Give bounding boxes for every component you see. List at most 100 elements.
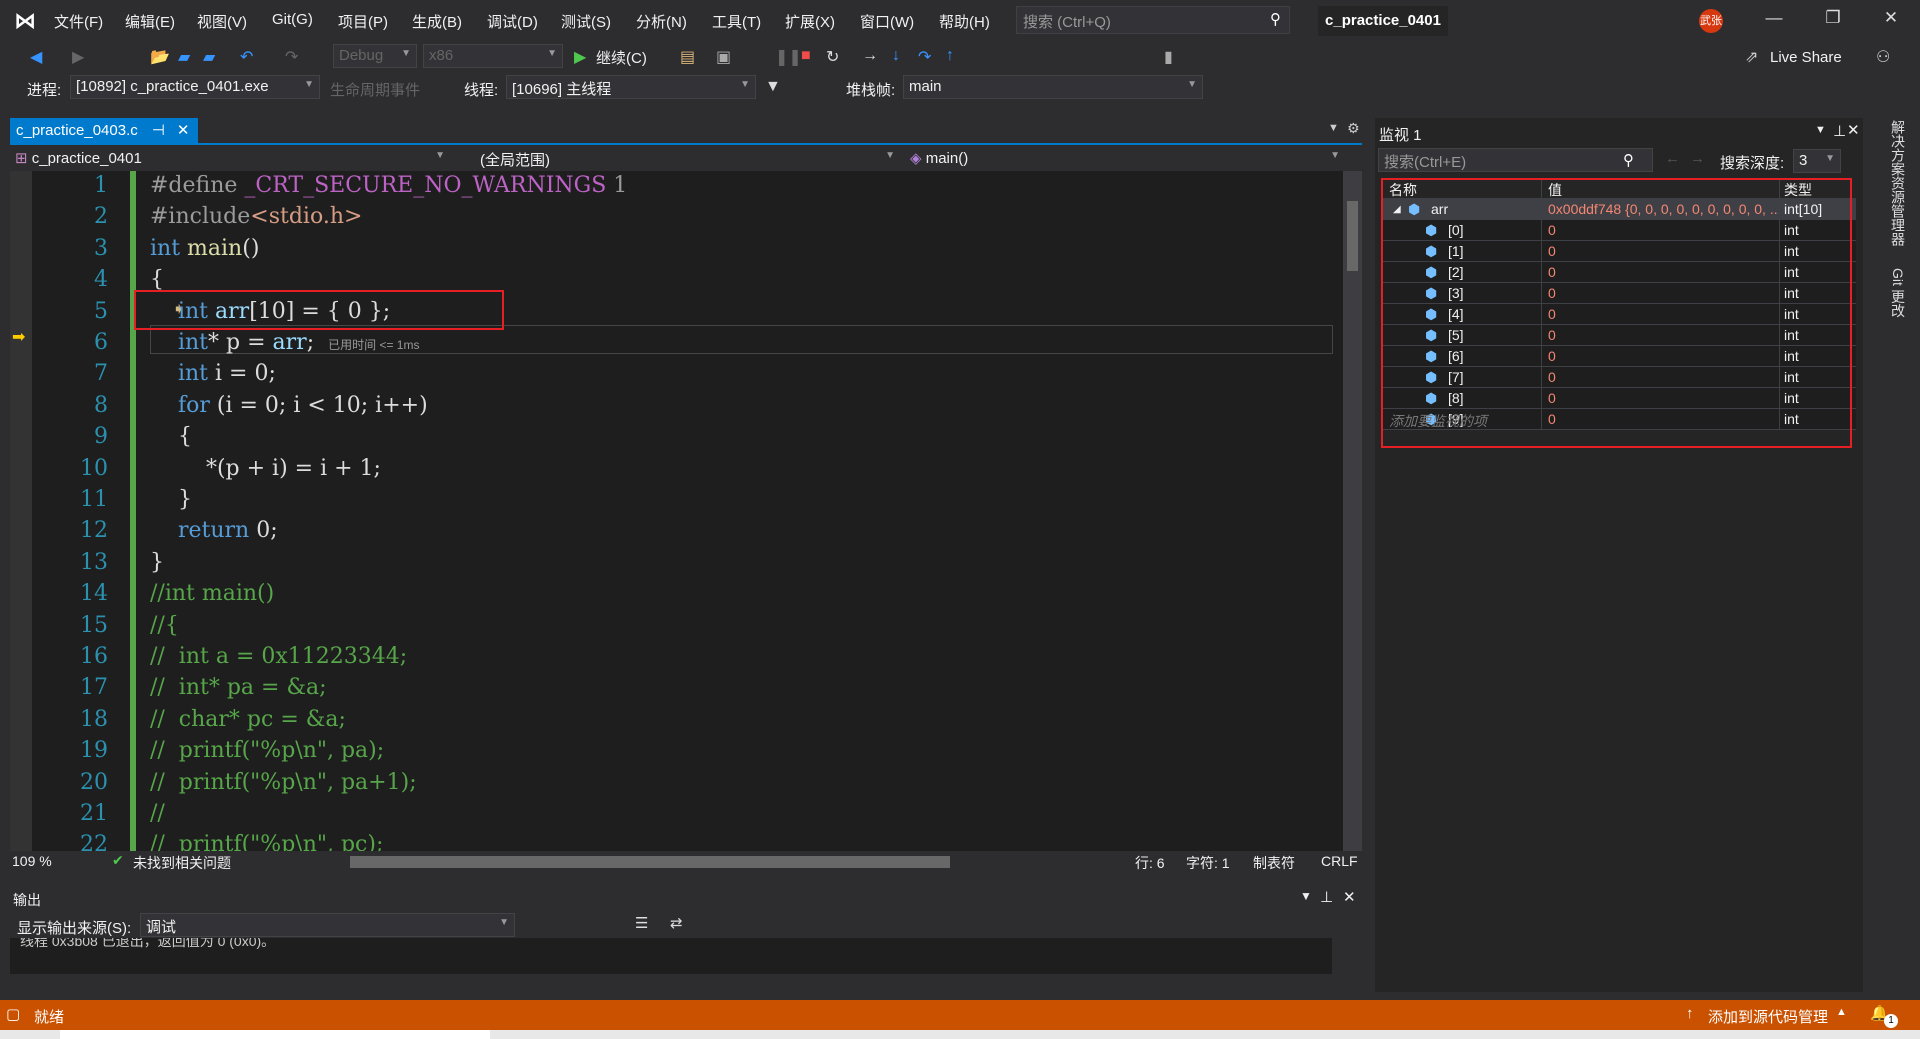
code-line[interactable]: return 0; xyxy=(150,518,278,543)
close-icon[interactable]: ✕ xyxy=(1343,888,1356,906)
code-line[interactable]: // printf("%p\n", pa+1); xyxy=(150,770,417,795)
live-share-button[interactable]: Live Share xyxy=(1770,49,1842,66)
find-icon[interactable]: ▤ xyxy=(680,47,695,67)
scope-select[interactable]: (全局范围) ▼ xyxy=(455,147,900,171)
menu-item[interactable]: 测试(S) xyxy=(561,11,611,32)
word-wrap-icon[interactable]: ⇄ xyxy=(670,914,683,932)
show-next-statement-icon[interactable]: → xyxy=(862,47,878,65)
forward-icon[interactable]: ▶ xyxy=(72,47,84,67)
editor-vertical-scrollbar[interactable] xyxy=(1343,171,1362,851)
horizontal-scroll-thumb[interactable] xyxy=(350,856,950,868)
menu-item[interactable]: 帮助(H) xyxy=(939,11,990,32)
line-ending-indicator[interactable]: CRLF xyxy=(1321,853,1358,869)
watch-search-input[interactable]: 搜索(Ctrl+E) ⚲ xyxy=(1378,148,1653,172)
code-line[interactable]: //int main() xyxy=(150,581,274,606)
menu-item[interactable]: 文件(F) xyxy=(54,11,103,32)
redo-icon[interactable]: ↷ xyxy=(285,47,298,67)
step-out-icon[interactable]: ↑ xyxy=(946,47,954,65)
code-line[interactable]: int* p = arr; 已用时间 <= 1ms xyxy=(150,330,420,355)
menu-item[interactable]: 分析(N) xyxy=(636,11,687,32)
pin-icon[interactable]: ⊣ xyxy=(152,122,165,139)
live-share-icon[interactable]: ⇗ xyxy=(1745,47,1758,67)
code-line[interactable]: // int a = 0x11223344; xyxy=(150,644,407,669)
code-line[interactable]: #define _CRT_SECURE_NO_WARNINGS 1 xyxy=(150,173,627,198)
restart-icon[interactable]: ↻ xyxy=(826,47,839,67)
back-icon[interactable]: ← xyxy=(1665,150,1680,167)
dropdown-icon[interactable]: ▼ xyxy=(1815,124,1826,136)
side-tab-git-changes[interactable]: Git 更改 xyxy=(1888,268,1908,318)
issues-status[interactable]: 未找到相关问题 xyxy=(133,853,231,873)
search-depth-select[interactable]: 3 ▼ xyxy=(1793,149,1841,173)
step-into-icon[interactable]: ↓ xyxy=(892,47,900,65)
menu-item[interactable]: Git(G) xyxy=(272,11,313,28)
pin-icon[interactable]: ⊥ xyxy=(1833,122,1846,140)
platform-select[interactable]: x86 ▼ xyxy=(423,44,563,68)
side-tab-solution-explorer[interactable]: 解决方案资源管理器 xyxy=(1888,120,1908,246)
filter-icon[interactable]: ▼ xyxy=(765,78,781,96)
code-line[interactable]: // xyxy=(150,801,165,826)
menu-item[interactable]: 工具(T) xyxy=(712,11,761,32)
screenshot-icon[interactable]: ▣ xyxy=(716,47,731,67)
code-line[interactable]: #include<stdio.h> xyxy=(150,204,362,229)
feedback-icon[interactable]: ⚇ xyxy=(1876,47,1890,67)
code-editor[interactable]: ➡ ➧ 1 #define _CRT_SECURE_NO_WARNINGS 1 2 #… xyxy=(10,171,1343,851)
code-line[interactable]: // int* pa = &a; xyxy=(150,675,327,700)
perf-tip[interactable]: 已用时间 <= 1ms xyxy=(328,338,419,352)
indent-indicator[interactable]: 制表符 xyxy=(1253,853,1295,873)
code-line[interactable]: int arr[10] = { 0 }; xyxy=(150,299,390,324)
config-select[interactable]: Debug ▼ xyxy=(333,44,417,68)
bookmark-icon[interactable]: ▮ xyxy=(1164,47,1173,67)
lifecycle-events-button[interactable]: 生命周期事件 xyxy=(330,79,420,100)
code-line[interactable]: //{ xyxy=(150,613,179,638)
function-select[interactable]: ◈ main() ▼ xyxy=(905,147,1345,171)
close-button[interactable]: ✕ xyxy=(1876,8,1906,28)
close-tab-icon[interactable]: ✕ xyxy=(177,122,190,139)
code-line[interactable]: } xyxy=(150,550,164,575)
menu-item[interactable]: 生成(B) xyxy=(412,11,462,32)
avatar[interactable]: 武张 xyxy=(1699,9,1723,33)
search-input[interactable]: 搜索 (Ctrl+Q) ⚲ xyxy=(1016,6,1290,34)
menu-item[interactable]: 扩展(X) xyxy=(785,11,835,32)
clear-all-icon[interactable]: ☰ xyxy=(635,914,648,932)
minimize-button[interactable]: — xyxy=(1759,8,1789,28)
process-select[interactable]: [10892] c_practice_0401.exe ▼ xyxy=(70,75,320,99)
scroll-thumb[interactable] xyxy=(1347,201,1358,271)
tab-dropdown-icon[interactable]: ▼ xyxy=(1328,122,1339,134)
watch-scrollbar[interactable] xyxy=(1863,178,1878,990)
code-line[interactable]: for (i = 0; i < 10; i++) xyxy=(150,393,428,418)
code-line[interactable]: } xyxy=(150,487,192,512)
code-line[interactable]: *(p + i) = i + 1; xyxy=(150,456,381,481)
current-statement-arrow-icon[interactable]: ➡ xyxy=(12,327,25,347)
menu-item[interactable]: 调试(D) xyxy=(487,11,538,32)
output-source-select[interactable]: 调试 ▼ xyxy=(140,913,515,937)
forward-icon[interactable]: → xyxy=(1690,150,1705,167)
thread-select[interactable]: [10696] 主线程 ▼ xyxy=(506,75,756,99)
save-icon[interactable]: ▰ xyxy=(178,47,190,67)
continue-icon[interactable]: ▶ xyxy=(574,47,586,67)
back-icon[interactable]: ◀ xyxy=(30,47,42,67)
dropdown-icon[interactable]: ▼ xyxy=(1300,889,1312,903)
code-line[interactable]: // char* pc = &a; xyxy=(150,707,346,732)
code-line[interactable]: // printf("%p\n", pc); xyxy=(150,832,383,851)
output-text[interactable]: 线程 0x3b08 已退出，返回值为 0 (0x0)。 xyxy=(10,938,1332,974)
stop-icon[interactable]: ■ xyxy=(801,47,811,65)
menu-item[interactable]: 窗口(W) xyxy=(860,11,914,32)
stack-frame-select[interactable]: main ▼ xyxy=(903,75,1203,99)
add-to-source-control-button[interactable]: 添加到源代码管理 xyxy=(1708,1006,1828,1027)
continue-button[interactable]: 继续(C) xyxy=(596,47,647,68)
open-file-icon[interactable]: 📂 xyxy=(150,47,170,67)
pin-icon[interactable]: ⊥ xyxy=(1320,888,1333,906)
code-line[interactable]: int i = 0; xyxy=(150,361,276,386)
save-all-icon[interactable]: ▰ xyxy=(203,47,215,67)
gear-icon[interactable]: ⚙ xyxy=(1347,120,1360,137)
menu-item[interactable]: 项目(P) xyxy=(338,11,388,32)
project-select[interactable]: ⊞ c_practice_0401 ▼ xyxy=(10,147,450,171)
step-over-icon[interactable]: ↷ xyxy=(918,47,931,67)
zoom-select[interactable]: 109 % xyxy=(12,853,52,869)
breakpoint-margin[interactable] xyxy=(10,171,32,851)
code-line[interactable]: { xyxy=(150,424,192,449)
tab-c-practice-0403[interactable]: c_practice_0403.c ⊣ ✕ xyxy=(10,118,198,143)
restore-button[interactable]: ❐ xyxy=(1818,8,1848,28)
undo-icon[interactable]: ↶ xyxy=(240,47,253,67)
code-line[interactable]: { xyxy=(150,267,164,292)
